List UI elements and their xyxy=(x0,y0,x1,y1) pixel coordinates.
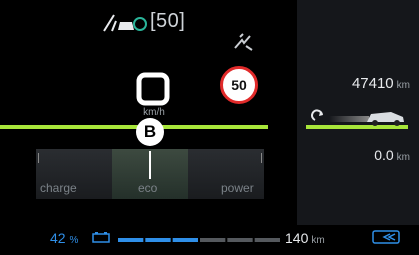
acc-set-speed: [50] xyxy=(150,10,185,33)
gauge-label-eco: eco xyxy=(138,181,158,195)
trip-unit: km xyxy=(396,152,410,163)
speed-value xyxy=(136,72,170,106)
hands-on-wheel-icon xyxy=(234,33,253,51)
speed-limit-sign: 50 xyxy=(220,66,258,104)
trip-meter: 0.0 km xyxy=(318,147,410,163)
gauge-needle xyxy=(149,151,151,179)
battery-percent-value: 42 xyxy=(50,230,66,246)
battery-level-segment xyxy=(227,238,253,242)
battery-level-segment xyxy=(172,238,198,242)
acc-set-speed-label: [50] xyxy=(150,10,186,32)
battery-percent-unit: % xyxy=(69,235,79,246)
power-line-left xyxy=(0,125,268,129)
odometer-value: 47410 xyxy=(351,75,394,92)
instrument-cluster: [50] km/h 50 B 47410 km 0.0 km charge ec… xyxy=(0,0,419,255)
battery-level-segment xyxy=(200,238,226,242)
battery-level-segment xyxy=(254,238,280,242)
gauge-tick xyxy=(261,153,262,163)
range-readout: 140 km xyxy=(285,230,325,246)
car-side-icon xyxy=(311,109,404,126)
power-gauge: charge eco power xyxy=(36,149,264,199)
battery-level-segment xyxy=(145,238,171,242)
gear-indicator: B xyxy=(136,118,164,146)
odometer: 47410 km xyxy=(318,75,410,92)
battery-percent: 42 % xyxy=(50,230,78,246)
battery-icon xyxy=(92,232,110,243)
range-value: 140 xyxy=(285,230,309,246)
gauge-label-power: power xyxy=(221,181,254,195)
odometer-unit: km xyxy=(396,80,410,91)
range-unit: km xyxy=(311,235,325,246)
trip-value: 0.0 xyxy=(374,147,394,163)
gauge-tick xyxy=(38,153,39,163)
battery-level-bar xyxy=(118,238,280,242)
gauge-label-charge: charge xyxy=(40,181,77,195)
speed-unit: km/h xyxy=(143,107,165,118)
lane-assist-icon xyxy=(103,14,147,32)
battery-level-segment xyxy=(118,238,144,242)
regen-brake-icon xyxy=(372,230,400,244)
